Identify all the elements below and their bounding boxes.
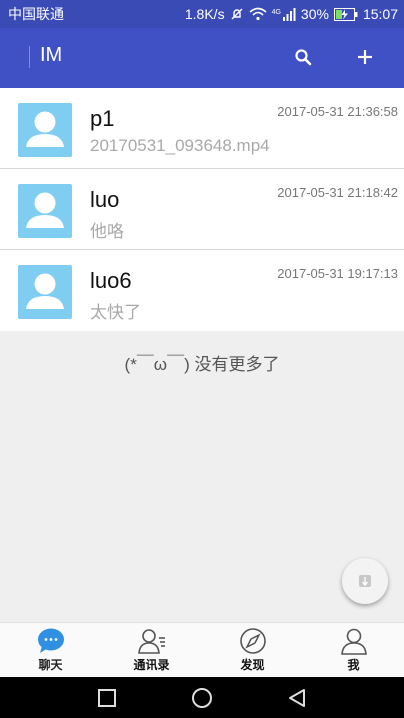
conversation-time: 2017-05-31 19:17:13 (277, 266, 398, 281)
battery-charging-icon (333, 7, 358, 21)
add-button[interactable] (348, 40, 382, 74)
contacts-icon (137, 627, 167, 655)
conversation-name: luo6 (90, 268, 132, 293)
tab-label: 通讯录 (133, 658, 170, 672)
search-icon (295, 49, 312, 66)
chat-bubble-icon (36, 627, 66, 655)
conversation-time: 2017-05-31 21:36:58 (277, 104, 398, 119)
app-bar-divider (29, 46, 30, 68)
signal-icon (282, 8, 296, 21)
network-type: 4G (271, 9, 281, 16)
conversation-time: 2017-05-31 21:18:42 (277, 185, 398, 200)
conversation-name: luo (90, 187, 120, 212)
plus-icon (358, 50, 372, 64)
tab-label: 我 (347, 658, 360, 672)
wifi-icon (249, 7, 267, 21)
network-speed: 1.8K/s (184, 6, 225, 22)
pin-icon (359, 575, 371, 587)
default-avatar-icon (26, 111, 64, 147)
battery-percent: 30% (300, 6, 329, 22)
recent-apps-button[interactable] (97, 688, 117, 708)
status-bar: 中国联通 1.8K/s 4G 30% 15:07 (0, 0, 404, 28)
carrier-name: 中国联通 (8, 6, 64, 22)
app-title: IM (40, 44, 63, 66)
tab-me[interactable]: 我 (303, 623, 404, 677)
conversation-item[interactable]: luo 他咯 2017-05-31 21:18:42 (0, 169, 404, 250)
conversation-item[interactable]: luo6 太快了 2017-05-31 19:17:13 (0, 250, 404, 331)
avatar[interactable] (18, 184, 72, 238)
default-avatar-icon (26, 192, 64, 228)
floating-action-button[interactable] (342, 558, 388, 604)
back-button[interactable] (287, 688, 307, 708)
mute-icon (231, 8, 243, 20)
tab-discover[interactable]: 发现 (202, 623, 303, 677)
conversation-preview: 太快了 (90, 303, 141, 322)
conversation-item[interactable]: p1 20170531_093648.mp4 2017-05-31 21:36:… (0, 88, 404, 169)
clock: 15:07 (362, 6, 398, 22)
no-more-text: (*￣ω￣) 没有更多了 (124, 355, 280, 374)
conversation-preview: 20170531_093648.mp4 (90, 136, 270, 155)
person-icon (339, 627, 369, 655)
default-avatar-icon (26, 273, 64, 309)
tab-label: 发现 (240, 658, 265, 672)
tab-chat[interactable]: 聊天 (0, 623, 101, 677)
tab-contacts[interactable]: 通讯录 (101, 623, 202, 677)
avatar[interactable] (18, 265, 72, 319)
bottom-tab-bar: 聊天 通讯录 发现 我 (0, 622, 404, 677)
search-button[interactable] (286, 40, 320, 74)
conversation-list: p1 20170531_093648.mp4 2017-05-31 21:36:… (0, 88, 404, 331)
conversation-preview: 他咯 (90, 222, 124, 241)
app-bar: IM (0, 28, 404, 88)
compass-icon (238, 627, 268, 655)
conversation-name: p1 (90, 106, 115, 131)
tab-label: 聊天 (38, 658, 63, 672)
system-navigation-bar (0, 677, 404, 718)
avatar[interactable] (18, 103, 72, 157)
home-button[interactable] (191, 687, 213, 709)
